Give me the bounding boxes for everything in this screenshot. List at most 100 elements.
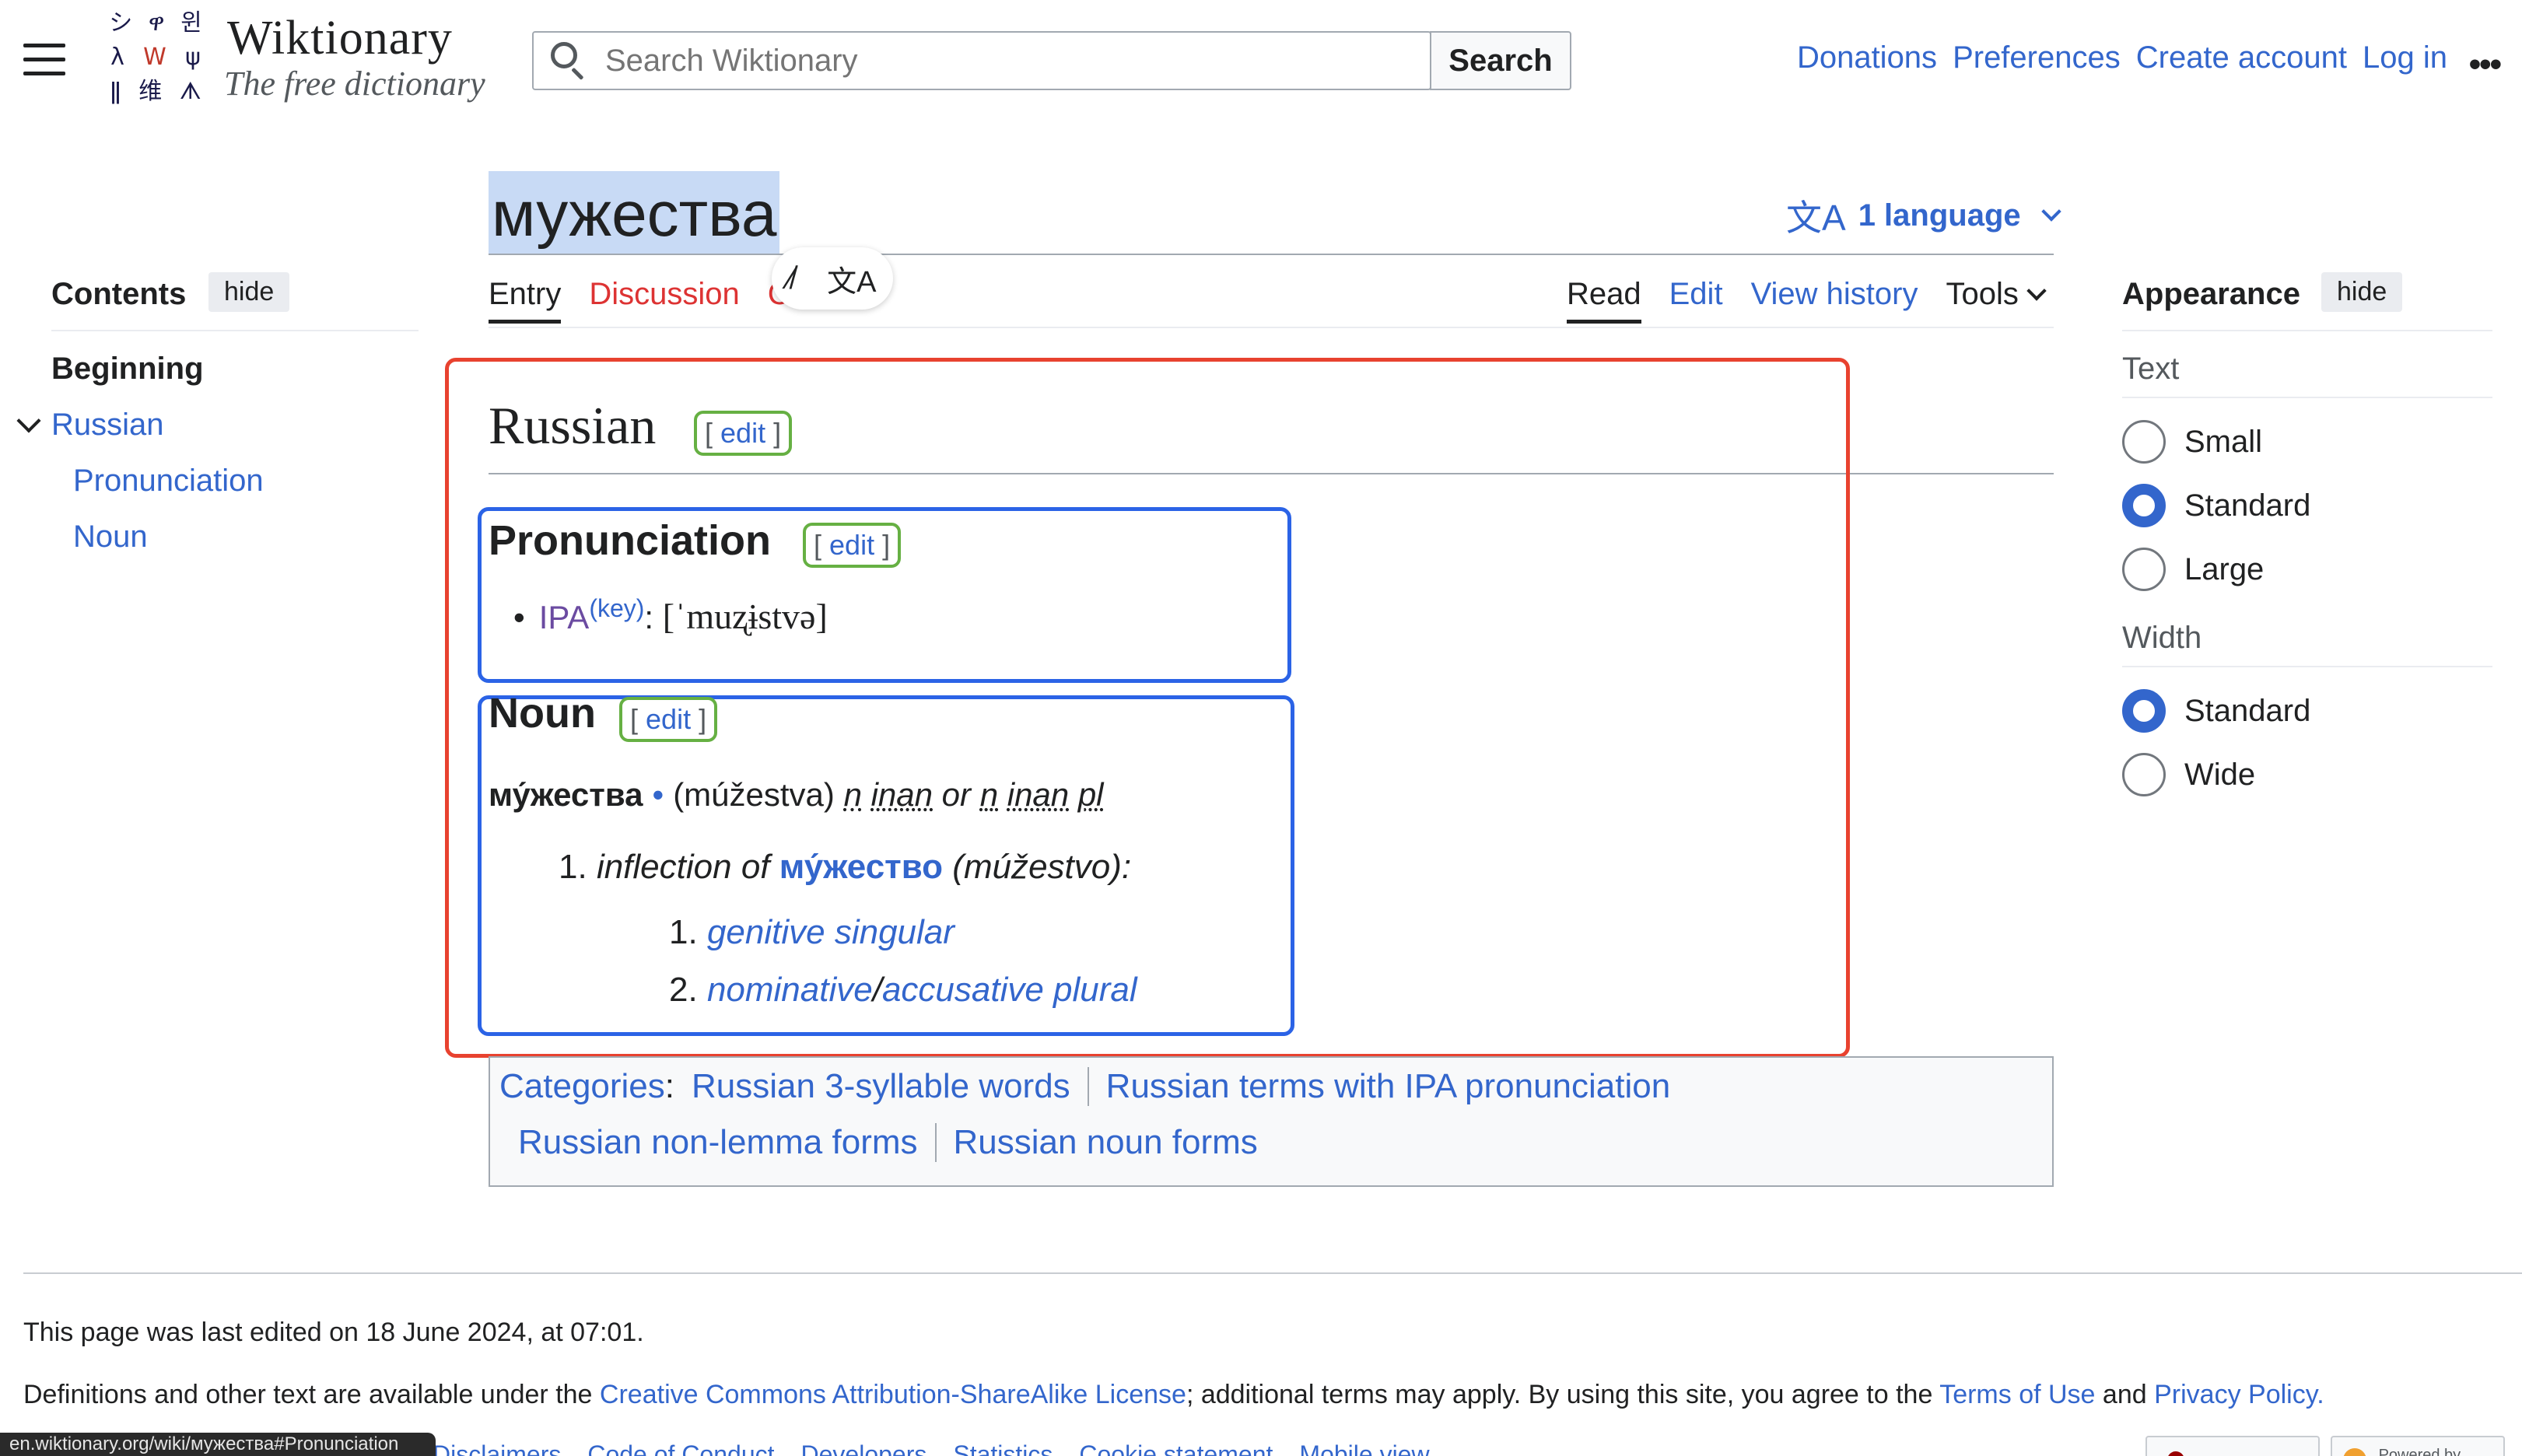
log-in-link[interactable]: Log in: [2363, 40, 2447, 75]
toc-item-pronunciation[interactable]: Pronunciation: [73, 464, 264, 499]
option-label: Small: [2184, 424, 2263, 459]
logo-glyph: ǁ: [110, 78, 121, 105]
tab-entry[interactable]: Entry: [489, 277, 562, 324]
text-size-divider: [2122, 397, 2492, 398]
categories-label[interactable]: Categories: [499, 1067, 665, 1106]
powered-by-text: Powered by: [2378, 1447, 2461, 1456]
category-link[interactable]: Russian 3-syllable words: [692, 1067, 1070, 1106]
mediawiki-logo-icon: [2343, 1448, 2366, 1456]
option-label: Large: [2184, 551, 2265, 586]
category-separator: [1087, 1067, 1089, 1106]
and-text: and: [2102, 1380, 2147, 1409]
main-menu-button[interactable]: [23, 44, 65, 75]
category-link[interactable]: Russian terms with IPA pronunciation: [1106, 1067, 1671, 1106]
magic-wand-icon[interactable]: ⁄̸: [788, 261, 793, 296]
toc-item-beginning[interactable]: Beginning: [51, 352, 204, 387]
appearance-hide-button[interactable]: hide: [2321, 272, 2403, 312]
footer-link-cookie-statement[interactable]: Cookie statement: [1079, 1440, 1273, 1456]
footer-divider: [23, 1272, 2522, 1274]
toc-hide-button[interactable]: hide: [208, 272, 290, 312]
site-subtitle: The free dictionary: [224, 65, 485, 103]
width-standard-option[interactable]: Standard: [2122, 689, 2310, 733]
translate-icon: 文A: [1786, 198, 1846, 238]
categories-row-2: Russian non-lemma forms Russian noun for…: [518, 1123, 1258, 1162]
terms-of-use-link[interactable]: Terms of Use: [1939, 1380, 2095, 1409]
radio-unchecked-icon[interactable]: [2122, 548, 2166, 591]
title-divider: [489, 254, 2054, 255]
logo-glyph: λ: [110, 44, 124, 71]
language-button-label: 1 language: [1858, 198, 2021, 233]
tools-dropdown[interactable]: Tools: [1946, 277, 2047, 312]
logo-glyph: 윈: [180, 9, 202, 37]
site-title[interactable]: Wiktionary: [227, 11, 453, 66]
radio-unchecked-icon[interactable]: [2122, 753, 2166, 796]
logo-glyph: W: [143, 44, 166, 71]
logo-glyph: ᗑ: [179, 78, 201, 105]
privacy-policy-link[interactable]: Privacy Policy.: [2154, 1380, 2324, 1409]
chevron-down-icon[interactable]: [16, 408, 41, 433]
view-tabs: Read Edit View history Tools: [1567, 277, 2047, 324]
mediawiki-badge[interactable]: Powered by: [2331, 1436, 2505, 1456]
footer-link-disclaimers[interactable]: Disclaimers: [433, 1440, 561, 1456]
category-link[interactable]: Russian noun forms: [954, 1123, 1258, 1162]
appearance-title: Appearance: [2122, 277, 2300, 311]
text-size-label: Text: [2122, 352, 2180, 386]
text-size-standard-option[interactable]: Standard: [2122, 484, 2310, 527]
option-label: Wide: [2184, 757, 2256, 792]
radio-checked-icon[interactable]: [2122, 484, 2166, 527]
wikimedia-logo-icon: [2167, 1451, 2184, 1456]
radio-unchecked-icon[interactable]: [2122, 420, 2166, 464]
toc-item-noun[interactable]: Noun: [73, 520, 148, 555]
search-button[interactable]: Search: [1430, 31, 1571, 90]
tabs-divider: [489, 327, 2054, 328]
categories-box: Categories: Russian 3-syllable words Rus…: [489, 1056, 2054, 1187]
text-size-large-option[interactable]: Large: [2122, 548, 2264, 591]
wiktionary-logo[interactable]: シዋ윈 λWψ ǁ维ᗑ: [101, 6, 210, 115]
toc-item-russian[interactable]: Russian: [51, 408, 164, 443]
width-wide-option[interactable]: Wide: [2122, 753, 2255, 796]
colon: :: [664, 1067, 675, 1105]
width-divider: [2122, 666, 2492, 667]
donations-link[interactable]: Donations: [1797, 40, 1937, 75]
status-bar-url: en.wiktionary.org/wiki/мужества#Pronunci…: [0, 1433, 436, 1456]
license-mid: ; additional terms may apply. By using t…: [1186, 1380, 1933, 1409]
logo-glyph: シ: [109, 9, 133, 37]
categories-row-1: Categories: Russian 3-syllable words Rus…: [499, 1067, 1670, 1106]
footer-links: Disclaimers Code of Conduct Developers S…: [433, 1440, 1430, 1456]
user-links: Donations Preferences Create account Log…: [1797, 40, 2447, 75]
toc-divider: [51, 330, 419, 331]
radio-checked-icon[interactable]: [2122, 689, 2166, 733]
tab-view-history[interactable]: View history: [1751, 277, 1918, 312]
category-link[interactable]: Russian non-lemma forms: [518, 1123, 918, 1162]
tools-label: Tools: [1946, 277, 2019, 311]
language-button[interactable]: 文A 1 language: [1786, 190, 2061, 241]
create-account-link[interactable]: Create account: [2136, 40, 2347, 75]
preferences-link[interactable]: Preferences: [1953, 40, 2121, 75]
namespace-tabs: Entry Discussion C: [489, 277, 790, 324]
toc-title: Contents: [51, 277, 187, 311]
tab-edit[interactable]: Edit: [1669, 277, 1723, 312]
search-field[interactable]: [532, 31, 1431, 90]
appearance-divider: [2122, 330, 2492, 331]
chevron-down-icon: [2026, 280, 2047, 301]
more-options-icon[interactable]: •••: [2469, 45, 2502, 84]
license-prefix: Definitions and other text are available…: [23, 1380, 593, 1409]
footer-link-developers[interactable]: Developers: [801, 1440, 927, 1456]
footer-link-statistics[interactable]: Statistics: [953, 1440, 1053, 1456]
footer-link-mobile-view[interactable]: Mobile view: [1299, 1440, 1429, 1456]
option-label: Standard: [2184, 693, 2311, 728]
search-input[interactable]: [605, 43, 1430, 79]
text-size-small-option[interactable]: Small: [2122, 420, 2262, 464]
wikimedia-badge[interactable]: [2145, 1436, 2320, 1456]
option-label: Standard: [2184, 488, 2311, 523]
last-edited-text: This page was last edited on 18 June 202…: [23, 1318, 644, 1347]
tab-read[interactable]: Read: [1567, 277, 1641, 324]
footer-link-code-of-conduct[interactable]: Code of Conduct: [587, 1440, 774, 1456]
translate-icon[interactable]: 文A: [827, 257, 876, 300]
license-link[interactable]: Creative Commons Attribution-ShareAlike …: [600, 1380, 1186, 1409]
logo-glyph: 维: [138, 78, 163, 105]
license-text: Definitions and other text are available…: [23, 1380, 2324, 1410]
logo-glyph: ዋ: [148, 9, 165, 37]
search-icon: [549, 40, 590, 81]
tab-discussion[interactable]: Discussion: [589, 277, 739, 324]
